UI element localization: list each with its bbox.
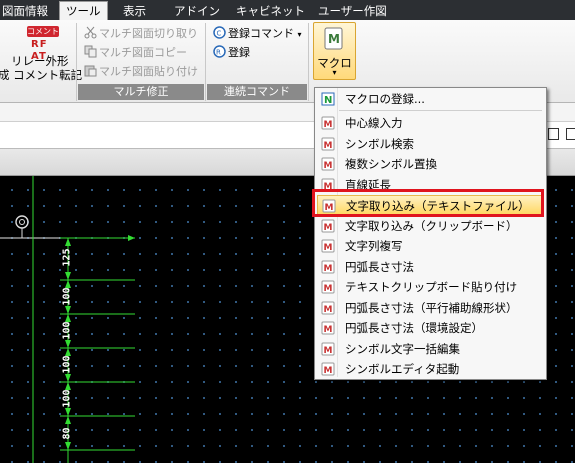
svg-text:N: N (324, 95, 332, 106)
svg-text:M: M (324, 141, 333, 151)
dimension-label: 100 (61, 355, 73, 374)
relay-rf-icon: RF AT (31, 39, 61, 62)
menu-item-label: 文字列複写 (345, 239, 403, 253)
copy-icon (84, 45, 97, 58)
macro-item-icon: M (321, 157, 335, 171)
menu-item[interactable]: M 複数シンボル置換 (317, 154, 544, 174)
ribbon-separator (308, 23, 309, 101)
scroll-left-icon[interactable] (566, 128, 575, 140)
menu-item[interactable]: M シンボル検索 (317, 134, 544, 154)
menu-item-label: 複数シンボル置換 (345, 157, 437, 171)
multi-copy-button[interactable]: マルチ図面コピー (84, 45, 187, 61)
macro-register-icon: N (321, 92, 335, 106)
group-title-multi-modify: マルチ修正 (78, 84, 204, 100)
menu-item-label: 円弧長さ寸法（平行補助線形状） (345, 300, 518, 315)
dimension-label: 125 (61, 248, 73, 267)
svg-text:R: R (216, 49, 221, 57)
svg-text:M: M (324, 161, 333, 171)
menu-item[interactable]: M テキストクリップボード貼り付け (317, 277, 544, 297)
macro-item-icon: M (321, 301, 335, 315)
registered-command-label: 登録コマンド (228, 27, 294, 40)
dimension-label: 100 (61, 287, 73, 306)
ribbon-separator (205, 23, 206, 101)
menu-item[interactable]: M 円弧長さ寸法（平行補助線形状） (317, 298, 544, 318)
svg-text:M: M (324, 243, 333, 253)
chevron-down-icon: ▾ (297, 30, 302, 39)
menu-item-label: シンボル文字一括編集 (345, 341, 460, 356)
symbol-circle-inner (19, 219, 25, 225)
svg-text:M: M (324, 120, 333, 130)
comment-transfer-label[interactable]: 成 コメント転記 (0, 67, 82, 83)
paste-icon (84, 65, 97, 77)
macro-item-icon: M (321, 342, 335, 356)
highlight-annotation-box (312, 189, 544, 217)
menu-item-label: 中心線入力 (345, 116, 403, 130)
svg-text:C: C (217, 30, 222, 38)
menu-item-register-macro[interactable]: N マクロの登録... (317, 89, 544, 109)
menu-item[interactable]: M 文字列複写 (317, 236, 544, 256)
svg-text:M: M (324, 284, 333, 294)
multi-paste-button[interactable]: マルチ図面貼り付け (84, 64, 198, 80)
ribbon-tab-bar: 図面情報 ツール 表示 アドイン キャビネット ユーザー作図 (0, 0, 575, 21)
menu-item-label: マクロの登録... (345, 92, 425, 106)
register-label: 登録 (228, 46, 250, 59)
svg-text:M: M (324, 264, 333, 274)
menu-item-label: シンボル検索 (345, 136, 414, 151)
macro-dropdown-menu: N マクロの登録... M 中心線入力 M シンボル検索 M 複数シンボル置換 M 直線延長 M… (314, 87, 547, 380)
group-title-continuous-command: 連続コマンド (207, 84, 307, 100)
command-register-icon: C (213, 26, 226, 39)
macro-item-icon: M (321, 362, 335, 376)
macro-item-icon: M (321, 137, 335, 151)
ribbon-separator (76, 23, 77, 101)
register-button[interactable]: R 登録 (213, 45, 250, 61)
svg-text:M: M (324, 223, 333, 233)
dimension-label: 100 (61, 389, 73, 408)
menu-item-label: 円弧長さ寸法 (345, 259, 414, 274)
macro-item-icon: M (321, 280, 335, 294)
tab-view[interactable]: 表示 (117, 2, 152, 20)
svg-text:M: M (324, 366, 333, 376)
svg-text:M: M (324, 305, 333, 315)
menu-item[interactable]: M シンボル文字一括編集 (317, 339, 544, 359)
tab-addin[interactable]: アドイン (168, 2, 226, 20)
svg-text:M: M (324, 325, 333, 335)
macro-item-icon: M (321, 239, 335, 253)
menu-separator (339, 110, 542, 111)
menu-item[interactable]: M 中心線入力 (317, 113, 544, 133)
svg-text:M: M (328, 32, 340, 46)
dimension-label: 80 (61, 427, 73, 440)
multi-copy-label: マルチ図面コピー (99, 46, 187, 59)
macro-item-icon: M (321, 260, 335, 274)
menu-item[interactable]: M 円弧長さ寸法（環境設定） (317, 318, 544, 338)
macro-scroll-icon: M (324, 27, 343, 50)
dimension-arrows (65, 235, 135, 450)
menu-item-label: シンボルエディタ起動 (345, 362, 460, 376)
menu-item-label: 文字取り込み（クリップボード） (345, 218, 518, 233)
multi-cut-label: マルチ図面切り取り (99, 27, 198, 40)
menu-item[interactable]: M 円弧長さ寸法 (317, 257, 544, 277)
chevron-down-icon: ▾ (332, 68, 337, 77)
macro-item-icon: M (321, 219, 335, 233)
macro-item-icon: M (321, 321, 335, 335)
macro-button[interactable]: M マクロ ▾ (313, 22, 356, 80)
menu-item[interactable]: M シンボルエディタ起動 (317, 359, 544, 379)
symbol-circle (15, 215, 29, 229)
multi-paste-label: マルチ図面貼り付け (99, 65, 198, 78)
tab-tools[interactable]: ツール (59, 1, 108, 21)
tab-cabinet[interactable]: キャビネット (230, 2, 311, 20)
tab-user-drawing[interactable]: ユーザー作図 (312, 2, 393, 20)
dimension-label: 100 (61, 321, 73, 340)
scissors-icon (84, 26, 97, 39)
register-icon: R (213, 45, 226, 58)
registered-command-dropdown[interactable]: C 登録コマンド ▾ (213, 26, 302, 42)
macro-item-icon: M (321, 116, 335, 130)
menu-item-label: 円弧長さ寸法（環境設定） (345, 321, 483, 335)
svg-text:M: M (324, 346, 333, 356)
scroll-right-icon[interactable] (548, 128, 559, 140)
menu-item[interactable]: M 文字取り込み（クリップボード） (317, 216, 544, 236)
comment-badge: コメント (27, 26, 59, 37)
tab-drawing-info[interactable]: 図面情報 (0, 2, 54, 20)
multi-cut-button[interactable]: マルチ図面切り取り (84, 26, 198, 42)
menu-item-label: テキストクリップボード貼り付け (345, 280, 518, 294)
